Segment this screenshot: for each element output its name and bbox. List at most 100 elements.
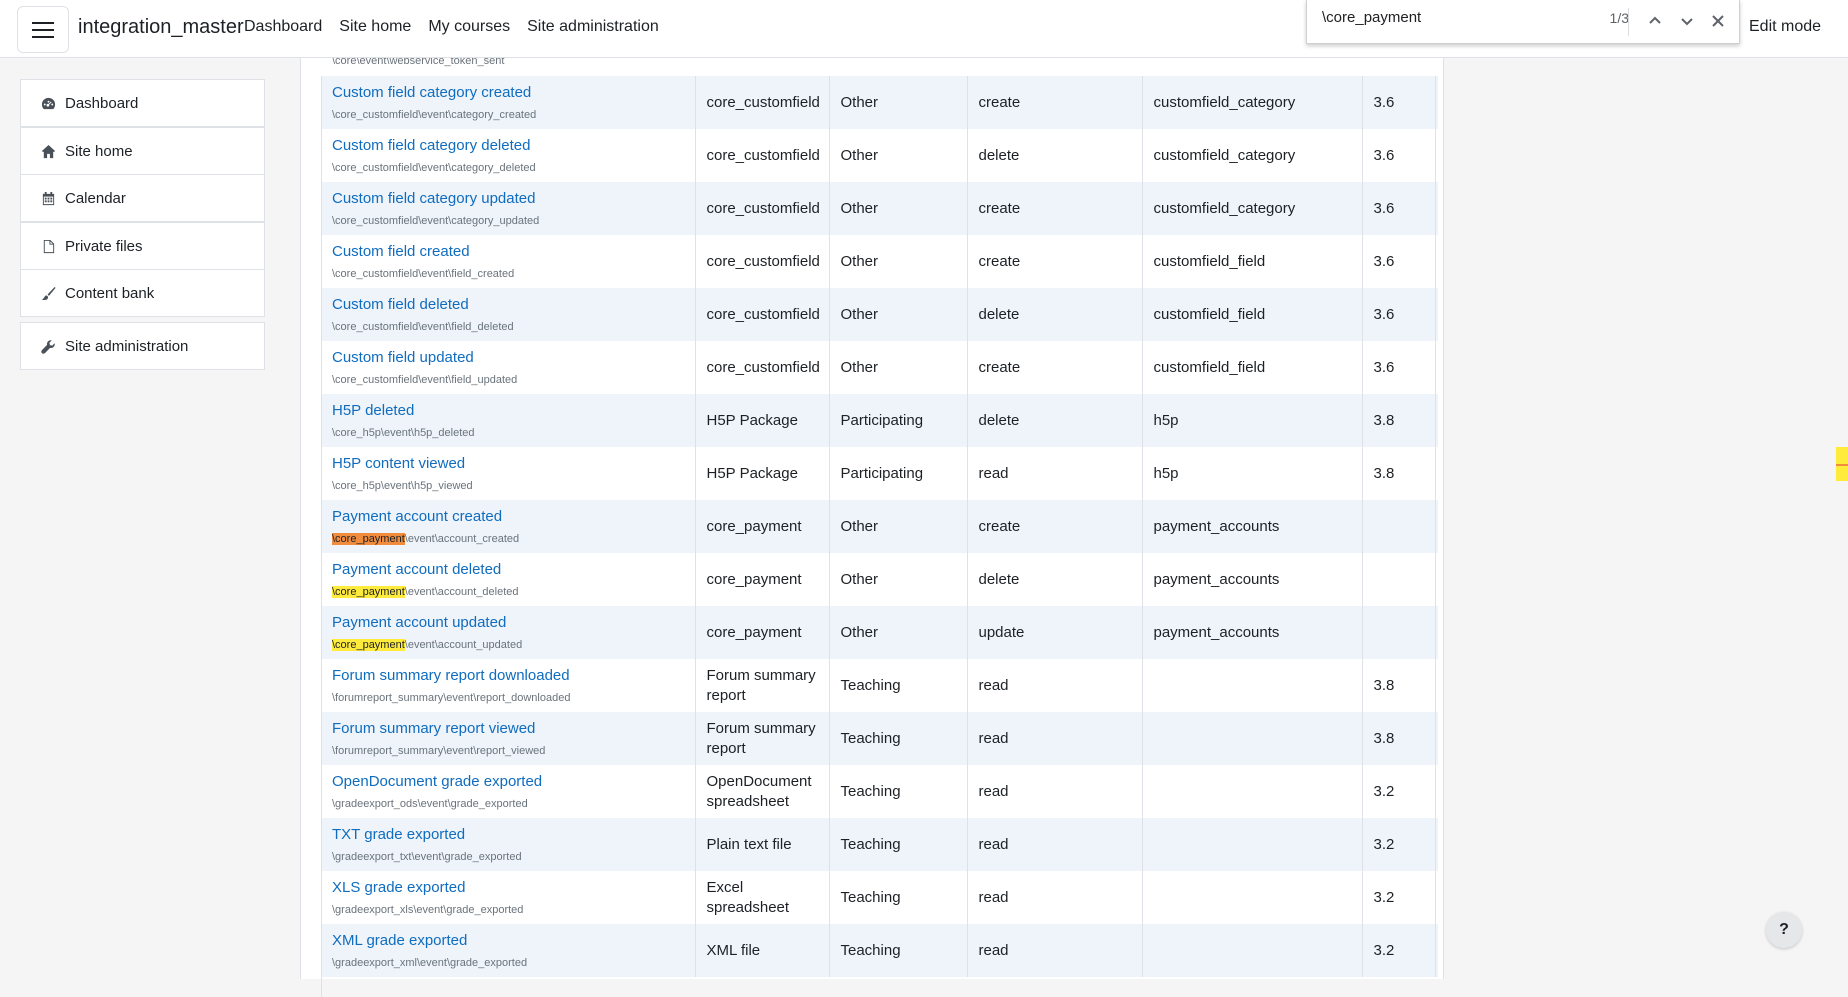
find-previous-button[interactable] (1641, 6, 1669, 36)
event-name-link[interactable]: Custom field deleted (332, 296, 684, 314)
table-edge-cell (1435, 500, 1438, 553)
event-name-link[interactable]: Payment account deleted (332, 561, 684, 579)
nav-site-administration[interactable]: Site administration (527, 18, 659, 36)
crud-cell: create (967, 500, 1143, 553)
sidebar-item-label: Content bank (65, 284, 155, 302)
crud-cell: update (967, 606, 1143, 659)
event-name-link[interactable]: OpenDocument grade exported (332, 773, 684, 791)
help-button[interactable]: ? (1766, 912, 1802, 948)
sidebar-item-label: Site home (65, 142, 133, 160)
edit-mode-toggle[interactable]: Edit mode (1749, 18, 1821, 36)
sidebar-item-calendar[interactable]: Calendar (20, 174, 265, 222)
event-path-rest: \event\account_updated (404, 638, 523, 651)
site-brand[interactable]: integration_master (78, 16, 244, 39)
component-cell: OpenDocument spreadsheet (695, 765, 830, 818)
event-path: \core_customfield\event\category_updated (332, 214, 540, 227)
hamburger-icon-bar (32, 36, 54, 38)
event-name-cell: Payment account updated \core_payment\eve… (322, 606, 696, 659)
event-path: \core_customfield\event\category_deleted (332, 161, 536, 174)
table-row: OpenDocument grade exported \gradeexport_… (322, 765, 1438, 818)
since-cell: 3.6 (1362, 288, 1436, 341)
edulevel-cell: Teaching (829, 712, 968, 765)
crud-cell: read (967, 871, 1143, 924)
event-name-cell: Custom field category created \core_custo… (322, 76, 696, 129)
nav-dashboard[interactable]: Dashboard (244, 18, 322, 36)
table-edge-cell (1435, 129, 1438, 182)
since-cell: 3.6 (1362, 235, 1436, 288)
sidebar-item-site-home[interactable]: Site home (20, 127, 265, 175)
event-name-link[interactable]: Payment account updated (332, 614, 684, 632)
find-close-button[interactable] (1704, 6, 1732, 36)
since-cell: 3.6 (1362, 129, 1436, 182)
find-next-button[interactable] (1673, 6, 1701, 36)
event-name-link[interactable]: Forum summary report viewed (332, 720, 684, 738)
nav-my-courses[interactable]: My courses (428, 18, 510, 36)
event-name-link[interactable]: Custom field category deleted (332, 137, 684, 155)
table-row: Payment account created \core_payment\eve… (322, 500, 1438, 553)
event-name-link[interactable]: Custom field category created (332, 84, 684, 102)
sidebar-item-private-files[interactable]: Private files (20, 222, 265, 270)
sidebar-item-dashboard[interactable]: Dashboard (20, 79, 265, 127)
table-row: Custom field category created \core_custo… (322, 76, 1438, 129)
table-edge-cell (1435, 553, 1438, 606)
find-separator (1628, 8, 1629, 36)
event-path: \core_customfield\event\field_updated (332, 373, 518, 386)
table-row: Custom field category updated \core_custo… (322, 182, 1438, 235)
since-cell: 3.8 (1362, 447, 1436, 500)
affected-table-cell: payment_accounts (1142, 500, 1363, 553)
file-icon (43, 239, 55, 253)
table-row: Forum summary report downloaded \forumrep… (322, 659, 1438, 712)
event-path: \core_customfield\event\category_created (332, 108, 537, 121)
edulevel-cell: Other (829, 182, 968, 235)
crud-cell: create (967, 235, 1143, 288)
event-path: \core_h5p\event\h5p_viewed (332, 479, 473, 492)
dashboard-icon (41, 97, 56, 109)
event-name-link[interactable]: XLS grade exported (332, 879, 684, 897)
event-name-link[interactable]: TXT grade exported (332, 826, 684, 844)
scrollbar-find-marker (1836, 470, 1848, 472)
event-name-link[interactable]: Payment account created (332, 508, 684, 526)
component-cell: core_payment (695, 553, 830, 606)
sidebar-item-content-bank[interactable]: Content bank (20, 269, 265, 317)
table-edge-cell (1435, 235, 1438, 288)
paintbrush-icon (41, 286, 56, 300)
event-name-link[interactable]: H5P deleted (332, 402, 684, 420)
event-name-link[interactable]: Custom field created (332, 243, 684, 261)
event-name-cell: OpenDocument grade exported \gradeexport_… (322, 765, 696, 818)
table-edge-cell (1435, 447, 1438, 500)
affected-table-cell (1142, 712, 1363, 765)
hamburger-icon-bar (32, 29, 54, 31)
edulevel-cell: Teaching (829, 924, 968, 977)
component-cell: core_customfield (695, 288, 830, 341)
table-row: Custom field category deleted \core_custo… (322, 129, 1438, 182)
event-path: \gradeexport_txt\event\grade_exported (332, 850, 522, 863)
affected-table-cell (1142, 924, 1363, 977)
since-cell: 3.2 (1362, 765, 1436, 818)
table-edge-cell (1435, 606, 1438, 659)
edulevel-cell: Other (829, 288, 968, 341)
event-path-rest: \event\account_deleted (404, 585, 519, 598)
crud-cell: read (967, 712, 1143, 765)
affected-table-cell: customfield_field (1142, 288, 1363, 341)
nav-site-home[interactable]: Site home (339, 18, 411, 36)
since-cell: 3.8 (1362, 394, 1436, 447)
affected-table-cell: payment_accounts (1142, 553, 1363, 606)
chevron-up-icon (1649, 16, 1661, 24)
event-name-link[interactable]: Custom field updated (332, 349, 684, 367)
crud-cell: delete (967, 553, 1143, 606)
crud-cell: read (967, 765, 1143, 818)
event-name-link[interactable]: Forum summary report downloaded (332, 667, 684, 685)
events-list-table: Custom field category created \core_custo… (321, 76, 1438, 997)
event-name-link[interactable]: XML grade exported (332, 932, 684, 950)
table-row: Custom field deleted \core_customfield\ev… (322, 288, 1438, 341)
crud-cell: delete (967, 394, 1143, 447)
drawer-toggle-button[interactable] (17, 6, 69, 53)
sidebar-item-site-administration[interactable]: Site administration (20, 322, 265, 370)
event-name-link[interactable]: Custom field category updated (332, 190, 684, 208)
event-name-link[interactable]: H5P content viewed (332, 455, 684, 473)
crud-cell: read (967, 447, 1143, 500)
find-input[interactable]: \core_payment (1322, 9, 1582, 26)
event-name-cell: H5P deleted \core_h5p\event\h5p_deleted (322, 394, 696, 447)
find-in-page-bar: \core_payment 1/3 (1306, 0, 1740, 44)
event-path: \core_payment\event\account_deleted (332, 585, 684, 599)
